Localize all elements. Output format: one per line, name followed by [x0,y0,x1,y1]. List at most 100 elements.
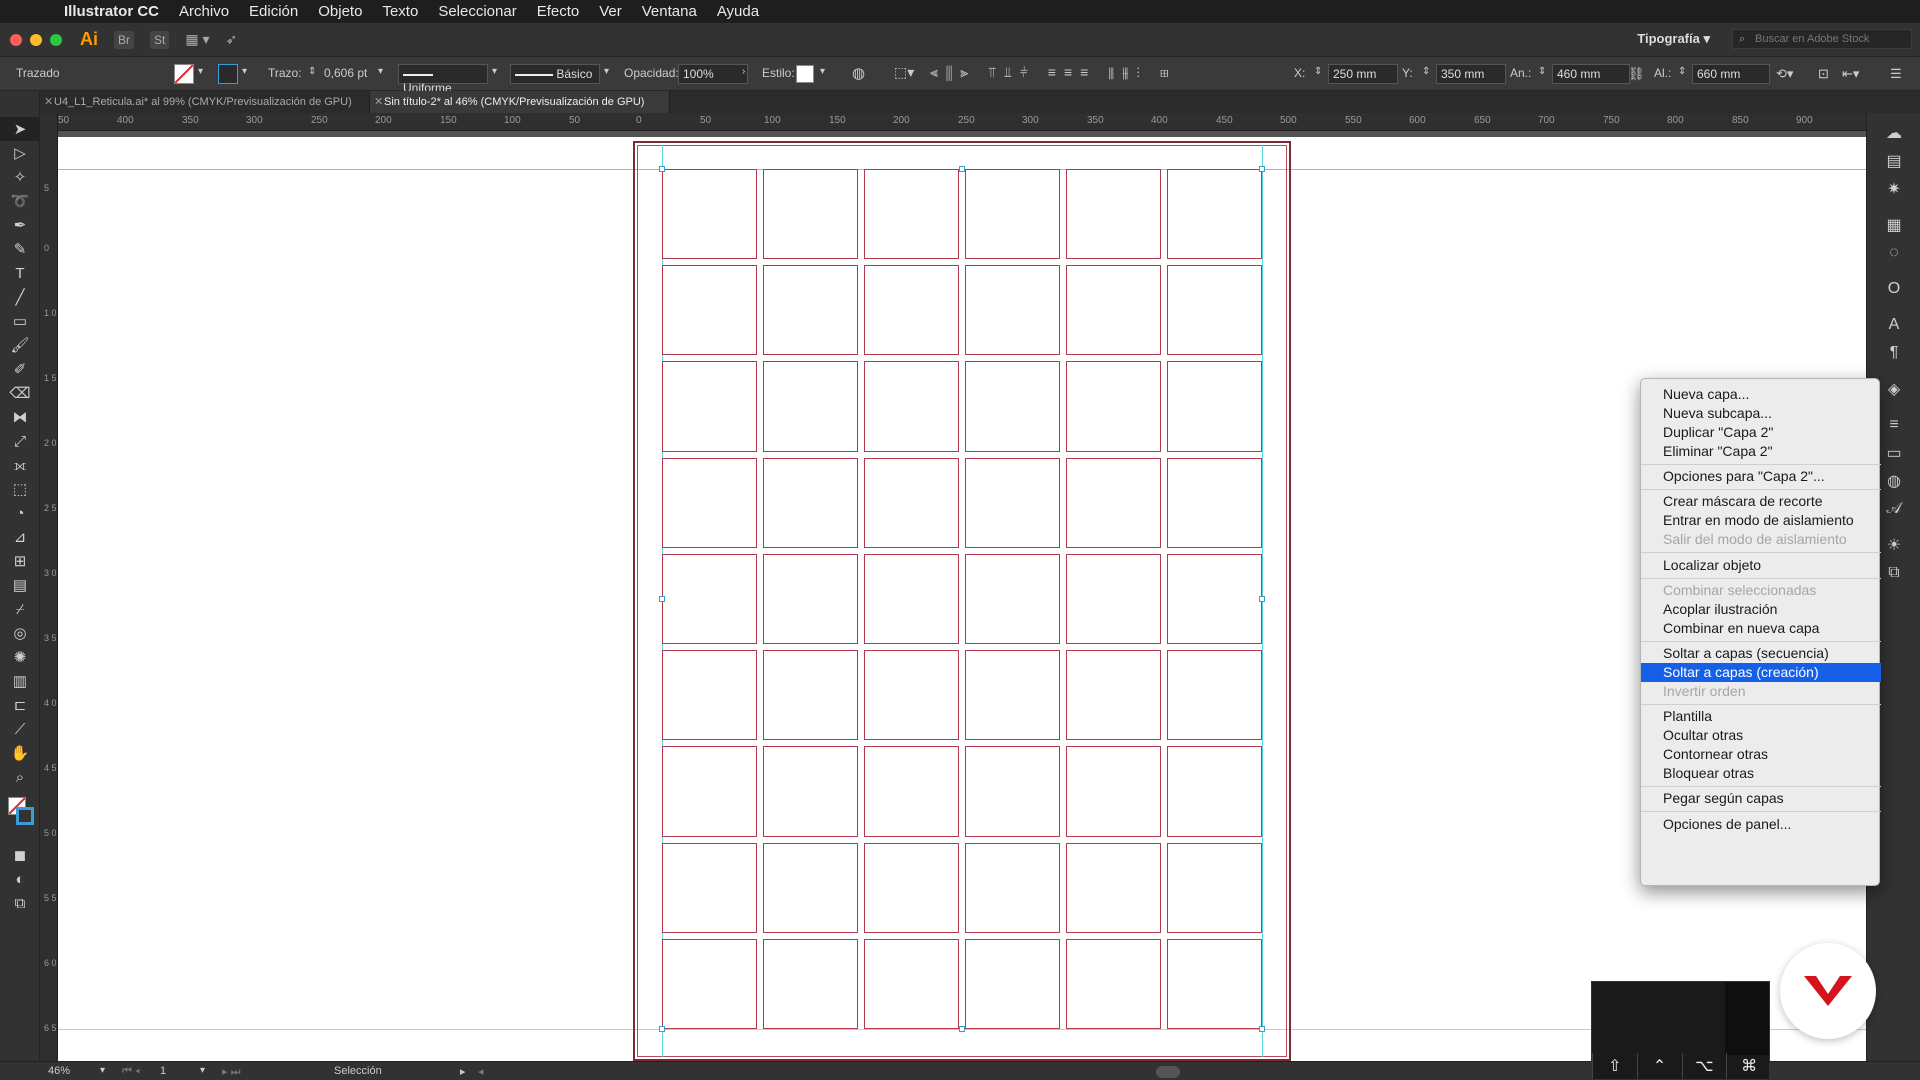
constrain-proportions-icon[interactable]: ⛓ [1628,66,1645,82]
stock-button[interactable]: St [150,30,170,49]
grid-cell[interactable] [1167,361,1262,452]
grid-cell[interactable] [662,265,757,356]
fill-stroke-control[interactable] [0,789,39,843]
width-field[interactable]: 460 mm [1552,64,1630,84]
grid-cell[interactable] [965,938,1060,1029]
menu-item[interactable]: Entrar en modo de aislamiento [1641,511,1881,530]
grid-cell[interactable] [763,842,858,933]
height-stepper-icon[interactable]: ⇕ [1678,66,1686,77]
grid-cell[interactable] [763,457,858,548]
grid-cell[interactable] [965,746,1060,837]
grid-cell[interactable] [1167,169,1262,260]
control-panel-menu-icon[interactable]: ☰ [1890,66,1902,82]
opacity-arrow-icon[interactable]: › [742,66,745,77]
line-tool-icon[interactable]: ╱ [0,285,40,309]
grid-cell[interactable] [763,650,858,741]
grid-cell[interactable] [662,553,757,645]
grid-cell[interactable] [965,457,1060,548]
menu-texto[interactable]: Texto [372,3,428,20]
grid-cell[interactable] [864,746,959,837]
bounding-handle-tl[interactable] [659,166,665,172]
grid-cell[interactable] [1167,842,1262,933]
bounding-handle-br[interactable] [1259,1026,1265,1032]
grid-cell[interactable] [763,265,858,356]
artboard-first-prev-icon[interactable]: ⏮ ◂ [122,1065,140,1078]
transform-align-icon[interactable]: ⬚▾ [894,64,914,81]
mesh-tool-icon[interactable]: ⊞ [0,549,40,573]
selection-tool-icon[interactable]: ➤ [0,117,40,141]
shaper-tool-icon[interactable]: ✐ [0,357,40,381]
current-tool-status[interactable]: Selección [334,1065,382,1077]
paragraph-panel-icon[interactable]: ¶ [1867,339,1920,367]
column-graph-tool-icon[interactable]: ▥ [0,669,40,693]
close-window-button[interactable] [10,33,22,46]
graphic-style-swatch[interactable] [796,65,814,83]
grid-cell[interactable] [864,169,959,260]
menu-efecto[interactable]: Efecto [527,3,590,20]
zoom-level[interactable]: 46% [48,1065,70,1077]
grid-cell[interactable] [1066,169,1161,260]
type-tool-icon[interactable]: T [0,261,40,285]
zoom-dropdown-icon[interactable]: ▾ [100,1065,105,1076]
grid-cell[interactable] [662,746,757,837]
bounding-handle-tc[interactable] [959,166,965,172]
reflect-tool-icon[interactable]: ⧓ [0,405,40,429]
artboard-number[interactable]: 1 [160,1065,166,1077]
height-field[interactable]: 660 mm [1692,64,1770,84]
menu-item[interactable]: Localizar objeto [1641,556,1881,575]
rectangle-tool-icon[interactable]: ▭ [0,309,40,333]
hand-tool-icon[interactable]: ✋ [0,741,40,765]
workspace-switcher[interactable]: Tipografía ▾ [1637,31,1710,47]
grid-cell[interactable] [1066,938,1161,1029]
grid-cell[interactable] [1167,746,1262,837]
character-panel-icon[interactable]: A [1867,311,1920,339]
variable-width-profile[interactable]: Uniforme [398,64,488,95]
eraser-tool-icon[interactable]: ⌫ [0,381,40,405]
grid-cell[interactable] [662,938,757,1029]
grid-cell[interactable] [965,169,1060,260]
zoom-window-button[interactable] [50,33,62,46]
menu-ayuda[interactable]: Ayuda [707,3,769,20]
transform-icon[interactable]: ⟲▾ [1776,66,1793,82]
grid-cell[interactable] [662,169,757,260]
isolate-icon[interactable]: ⊡ [1818,66,1829,82]
tab-sin-titulo[interactable]: ✕ Sin título-2* al 46% (CMYK/Previsualiz… [370,91,670,113]
stroke-weight-value[interactable]: 0,606 pt [324,66,367,80]
shape-builder-tool-icon[interactable]: ◔ [0,501,40,525]
bridge-button[interactable]: Br [114,30,134,49]
properties-panel-icon[interactable]: ▤ [1867,147,1920,175]
stroke-color-icon[interactable] [16,807,34,825]
grid-cell[interactable] [1066,265,1161,356]
align-buttons-icon[interactable]: ⫷⫼⫸ ⫪⫫⫩ ≡≡≡ ⫴⫵⫶ ⊞ [930,64,1177,81]
libraries-panel-icon[interactable]: ☁ [1867,119,1920,147]
menu-item[interactable]: Crear máscara de recorte [1641,492,1881,511]
grid-cell[interactable] [1066,746,1161,837]
menu-objeto[interactable]: Objeto [308,3,372,20]
artboard-next-last-icon[interactable]: ▸ ⏭ [222,1065,240,1079]
scroll-left-icon[interactable]: ◂ [478,1065,484,1078]
grid-cell[interactable] [864,650,959,741]
x-stepper-icon[interactable]: ⇕ [1314,66,1322,77]
x-field[interactable]: 250 mm [1328,64,1398,84]
artboard-dropdown-icon[interactable]: ▾ [200,1065,205,1076]
menu-item[interactable]: Contornear otras [1641,745,1881,764]
grid-cell[interactable] [1167,457,1262,548]
menu-item[interactable]: Nueva subcapa... [1641,404,1881,423]
menu-item[interactable]: Combinar en nueva capa [1641,619,1881,638]
blend-tool-icon[interactable]: ◎ [0,621,40,645]
grid-cell[interactable] [864,842,959,933]
perspective-grid-tool-icon[interactable]: ⊿ [0,525,40,549]
vertical-ruler[interactable]: 5 0 1 0 1 5 2 0 2 5 3 0 3 5 4 0 4 5 5 0 … [40,113,58,1061]
gradient-tool-icon[interactable]: ▤ [0,573,40,597]
free-transform-tool-icon[interactable]: ⬚ [0,477,40,501]
menu-item[interactable]: Bloquear otras [1641,764,1881,783]
menu-item[interactable]: Acoplar ilustración [1641,600,1881,619]
stroke-weight-dropdown-icon[interactable]: ▾ [378,66,383,77]
grid-cell[interactable] [1066,457,1161,548]
close-tab-icon[interactable]: ✕ [374,95,383,108]
status-menu-arrow-icon[interactable]: ▸ [460,1065,466,1078]
pen-tool-icon[interactable]: ✒ [0,213,40,237]
menu-ventana[interactable]: Ventana [632,3,707,20]
grid-cell[interactable] [1167,938,1262,1029]
opentype-panel-icon[interactable]: Ο [1867,275,1920,303]
